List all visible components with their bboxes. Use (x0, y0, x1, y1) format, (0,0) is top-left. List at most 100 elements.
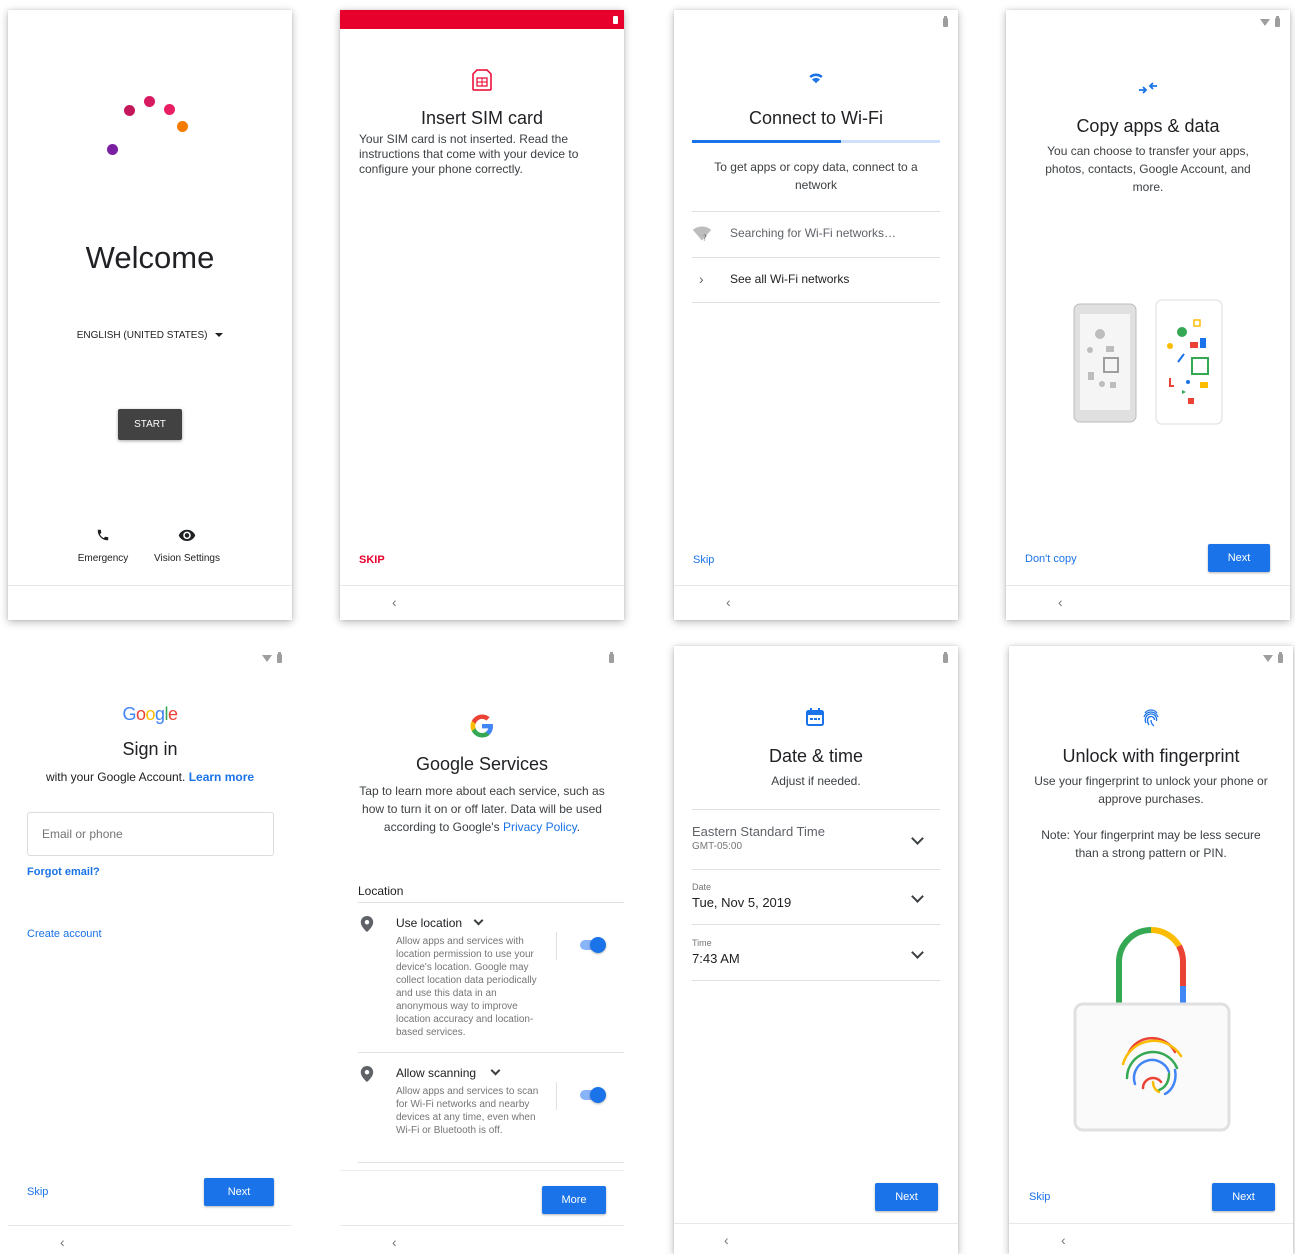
create-account-link[interactable]: Create account (27, 928, 102, 940)
start-button[interactable]: START (118, 409, 182, 440)
chevron-down-icon (490, 1065, 501, 1076)
calendar-icon (806, 708, 824, 731)
phone-icon (68, 528, 138, 548)
searching-label: Searching for Wi-Fi networks… (730, 226, 897, 240)
services-body-end: . (576, 820, 581, 834)
timezone-row[interactable]: Eastern Standard Time GMT-05:00 (692, 824, 940, 864)
see-all-networks-row[interactable]: › See all Wi-Fi networks (692, 271, 940, 291)
vision-settings-button[interactable]: Vision Settings (144, 528, 230, 564)
wifi-skip-button[interactable]: Skip (693, 554, 714, 566)
next-label: Next (227, 1186, 251, 1198)
google-g-icon (470, 714, 494, 743)
navigation-bar: ‹ (1006, 585, 1290, 620)
more-button[interactable]: More (542, 1186, 606, 1214)
fingerprint-next-button[interactable]: Next (1212, 1183, 1275, 1211)
navigation-bar: ‹ (340, 1225, 624, 1254)
time-row[interactable]: Time 7:43 AM (692, 938, 940, 978)
email-field[interactable] (27, 812, 274, 856)
sim-body: Your SIM card is not inserted. Read the … (359, 132, 579, 176)
dont-copy-button[interactable]: Don't copy (1025, 553, 1077, 565)
date-row[interactable]: Date Tue, Nov 5, 2019 (692, 882, 940, 922)
wifi-body: To get apps or copy data, connect to a n… (714, 160, 918, 192)
status-bar (262, 652, 282, 663)
signin-skip-button[interactable]: Skip (27, 1186, 48, 1198)
back-icon[interactable]: ‹ (726, 594, 731, 610)
back-icon[interactable]: ‹ (392, 1234, 397, 1250)
forgot-email-link[interactable]: Forgot email? (27, 866, 100, 878)
back-icon[interactable]: ‹ (724, 1232, 729, 1248)
fingerprint-skip-button[interactable]: Skip (1029, 1191, 1050, 1203)
use-location-toggle[interactable] (580, 937, 606, 953)
language-selector[interactable]: ENGLISH (UNITED STATES) (8, 330, 292, 341)
date-value: Tue, Nov 5, 2019 (692, 895, 792, 910)
signin-screen: Google Sign in with your Google Account.… (8, 646, 292, 1254)
svg-text:?: ? (703, 234, 707, 242)
services-body: Tap to learn more about each service, su… (358, 782, 606, 836)
language-label: ENGLISH (UNITED STATES) (76, 330, 208, 341)
fingerprint-note: Note: Your fingerprint may be less secur… (1041, 828, 1261, 860)
location-section-label: Location (358, 884, 404, 898)
signin-next-button[interactable]: Next (204, 1178, 274, 1206)
status-bar (340, 10, 624, 29)
fingerprint-title: Unlock with fingerprint (1062, 746, 1240, 766)
back-icon[interactable]: ‹ (392, 594, 397, 610)
next-label: Next (1227, 552, 1251, 564)
timezone-offset: GMT-05:00 (692, 841, 743, 852)
more-label: More (561, 1194, 587, 1206)
allow-scanning-title: Allow scanning (396, 1066, 477, 1080)
fingerprint-body: Use your fingerprint to unlock your phon… (1034, 774, 1268, 806)
emergency-button[interactable]: Emergency (68, 528, 138, 564)
wifi-status-icon (262, 655, 272, 662)
datetime-screen: Date & time Adjust if needed. Eastern St… (674, 646, 958, 1254)
battery-icon (613, 16, 618, 24)
time-value: 7:43 AM (692, 951, 740, 966)
see-all-label: See all Wi-Fi networks (730, 272, 850, 286)
dropdown-arrow-icon (215, 333, 224, 338)
copy-body: You can choose to transfer your apps, ph… (1045, 144, 1251, 194)
back-icon[interactable]: ‹ (60, 1234, 65, 1250)
allow-scanning-description: Allow apps and services to scan for Wi-F… (396, 1086, 539, 1136)
start-label: START (134, 419, 166, 430)
services-title: Google Services (415, 754, 549, 774)
navigation-bar: ‹ (674, 585, 958, 620)
status-bar (1263, 652, 1283, 663)
fingerprint-screen: Unlock with fingerprint Use your fingerp… (1009, 646, 1293, 1254)
wifi-status-icon (1263, 655, 1273, 662)
privacy-policy-link[interactable]: Privacy Policy (503, 820, 577, 834)
next-label: Next (895, 1191, 918, 1203)
use-location-row[interactable]: Use location Allow apps and services wit… (358, 914, 624, 1042)
emergency-label: Emergency (77, 553, 129, 564)
timezone-value: Eastern Standard Time (692, 824, 825, 839)
date-label: Date (692, 882, 712, 892)
signin-subtitle: with your Google Account. Learn more (8, 770, 292, 784)
transfer-icon (1138, 80, 1158, 101)
datetime-next-button[interactable]: Next (875, 1183, 938, 1211)
battery-icon (1278, 652, 1283, 663)
wifi-title: Connect to Wi-Fi (748, 108, 884, 128)
datetime-subtitle: Adjust if needed. (771, 774, 861, 788)
wifi-screen: Connect to Wi-Fi To get apps or copy dat… (674, 10, 958, 620)
allow-scanning-row[interactable]: Allow scanning Allow apps and services t… (358, 1064, 624, 1154)
navigation-bar: ‹ (1009, 1223, 1293, 1254)
copy-next-button[interactable]: Next (1208, 544, 1270, 572)
navigation-bar: ‹ (8, 1225, 292, 1254)
battery-icon (943, 16, 948, 27)
status-bar (1260, 16, 1280, 27)
fingerprint-icon (1142, 708, 1160, 733)
battery-icon (277, 652, 282, 663)
sim-skip-button[interactable]: SKIP (359, 554, 385, 566)
learn-more-link[interactable]: Learn more (189, 770, 254, 784)
navigation-bar (8, 585, 292, 620)
status-bar (943, 652, 948, 663)
battery-icon (1275, 16, 1280, 27)
location-pin-icon (360, 916, 374, 937)
email-input[interactable] (40, 826, 264, 842)
chevron-down-icon (473, 915, 484, 926)
welcome-title: Welcome (85, 240, 215, 275)
back-icon[interactable]: ‹ (1061, 1232, 1066, 1248)
wifi-status-icon (1260, 19, 1270, 26)
back-icon[interactable]: ‹ (1058, 594, 1063, 610)
copy-screen: Copy apps & data You can choose to trans… (1006, 10, 1290, 620)
battery-icon (943, 652, 948, 663)
allow-scanning-toggle[interactable] (580, 1087, 606, 1103)
